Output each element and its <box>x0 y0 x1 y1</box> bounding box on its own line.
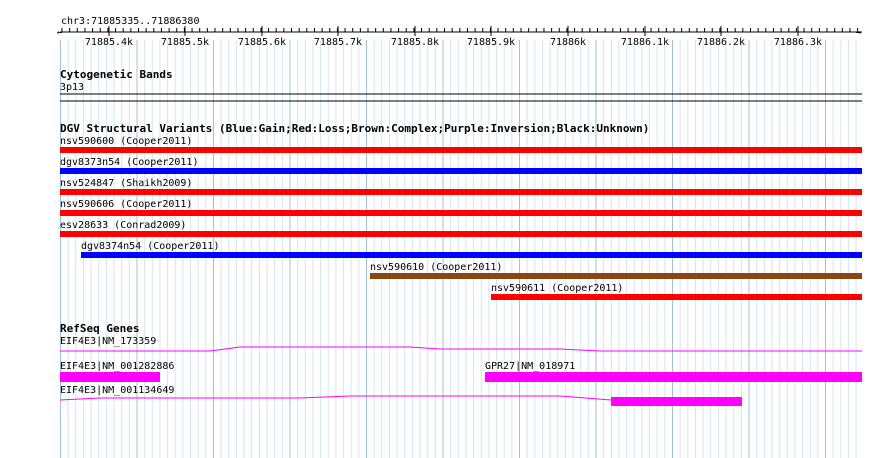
dgv-feature-bar[interactable] <box>60 210 862 216</box>
refseq-gene[interactable]: GPR27|NM_018971 <box>485 361 862 382</box>
ruler-ticks: 71885.4k 71885.5k 71885.6k 71885.7k 71885.8k… <box>61 26 859 48</box>
scroll-right-arrow[interactable]: → <box>856 28 862 38</box>
dgv-track-title: DGV Structural Variants (Blue:Gain;Red:L… <box>60 122 649 135</box>
ruler-tick-label: 71886.2k <box>697 37 745 48</box>
refseq-track-title: RefSeq Genes <box>60 322 139 335</box>
dgv-feature-label: esv28633 (Conrad2009) <box>60 220 186 231</box>
dgv-feature-bar[interactable] <box>60 147 862 153</box>
gene-exon-block[interactable] <box>611 397 742 406</box>
dgv-feature[interactable]: nsv590610 (Cooper2011) <box>370 262 862 279</box>
ruler-track: chr3:71885335..71886380 ← → 71885.4k 7188… <box>57 16 862 48</box>
dgv-feature-label: nsv590610 (Cooper2011) <box>370 262 502 273</box>
ruler-tick-label: 71886.1k <box>621 37 669 48</box>
ruler-tick-label: 71885.7k <box>314 37 362 48</box>
refseq-gene-label: EIF4E3|NM_001134649 <box>60 385 174 396</box>
ruler-tick-label: 71885.6k <box>238 37 286 48</box>
cytoband-track-title: Cytogenetic Bands <box>60 68 173 81</box>
dgv-feature-bar[interactable] <box>491 294 862 300</box>
refseq-gene-label: EIF4E3|NM_001282886 <box>60 361 174 372</box>
cytoband-label: 3p13 <box>60 82 84 93</box>
refseq-gene-label: EIF4E3|NM_173359 <box>60 336 156 347</box>
dgv-feature-bar[interactable] <box>60 189 862 195</box>
dgv-feature-bar[interactable] <box>60 168 862 174</box>
dgv-feature-label: nsv590600 (Cooper2011) <box>60 136 192 147</box>
dgv-feature[interactable]: dgv8374n54 (Cooper2011) <box>81 241 862 258</box>
dgv-feature-bar[interactable] <box>60 231 862 237</box>
refseq-gene-label: GPR27|NM_018971 <box>485 361 575 372</box>
ruler-tick-label: 71886k <box>550 37 586 48</box>
dgv-feature-label: dgv8373n54 (Cooper2011) <box>60 157 198 168</box>
dgv-feature-label: nsv590606 (Cooper2011) <box>60 199 192 210</box>
dgv-feature-bar[interactable] <box>370 273 862 279</box>
ruler-tick-label: 71885.8k <box>391 37 439 48</box>
ruler-tick-label: 71885.9k <box>467 37 515 48</box>
location-label: chr3:71885335..71886380 <box>61 16 199 27</box>
gene-exon-block[interactable] <box>60 372 160 382</box>
ruler-tick-label: 71885.4k <box>85 37 133 48</box>
dgv-feature-label: nsv524847 (Shaikh2009) <box>60 178 192 189</box>
gene-exon-block[interactable] <box>485 372 862 382</box>
dgv-feature-bar[interactable] <box>81 252 862 258</box>
ruler-tick-label: 71886.3k <box>774 37 822 48</box>
dgv-feature-label: dgv8374n54 (Cooper2011) <box>81 241 219 252</box>
ruler-tick-label: 71885.5k <box>161 37 209 48</box>
genome-browser-view: chr3:71885335..71886380 ← → 71885.4k 7188… <box>57 16 862 458</box>
dgv-track[interactable]: DGV Structural Variants (Blue:Gain;Red:L… <box>60 122 862 300</box>
dgv-feature[interactable]: nsv590611 (Cooper2011) <box>491 283 862 300</box>
dgv-feature-label: nsv590611 (Cooper2011) <box>491 283 623 294</box>
refseq-gene[interactable]: EIF4E3|NM_001282886 <box>60 361 174 382</box>
refseq-gene[interactable]: EIF4E3|NM_001134649 <box>59 385 742 406</box>
